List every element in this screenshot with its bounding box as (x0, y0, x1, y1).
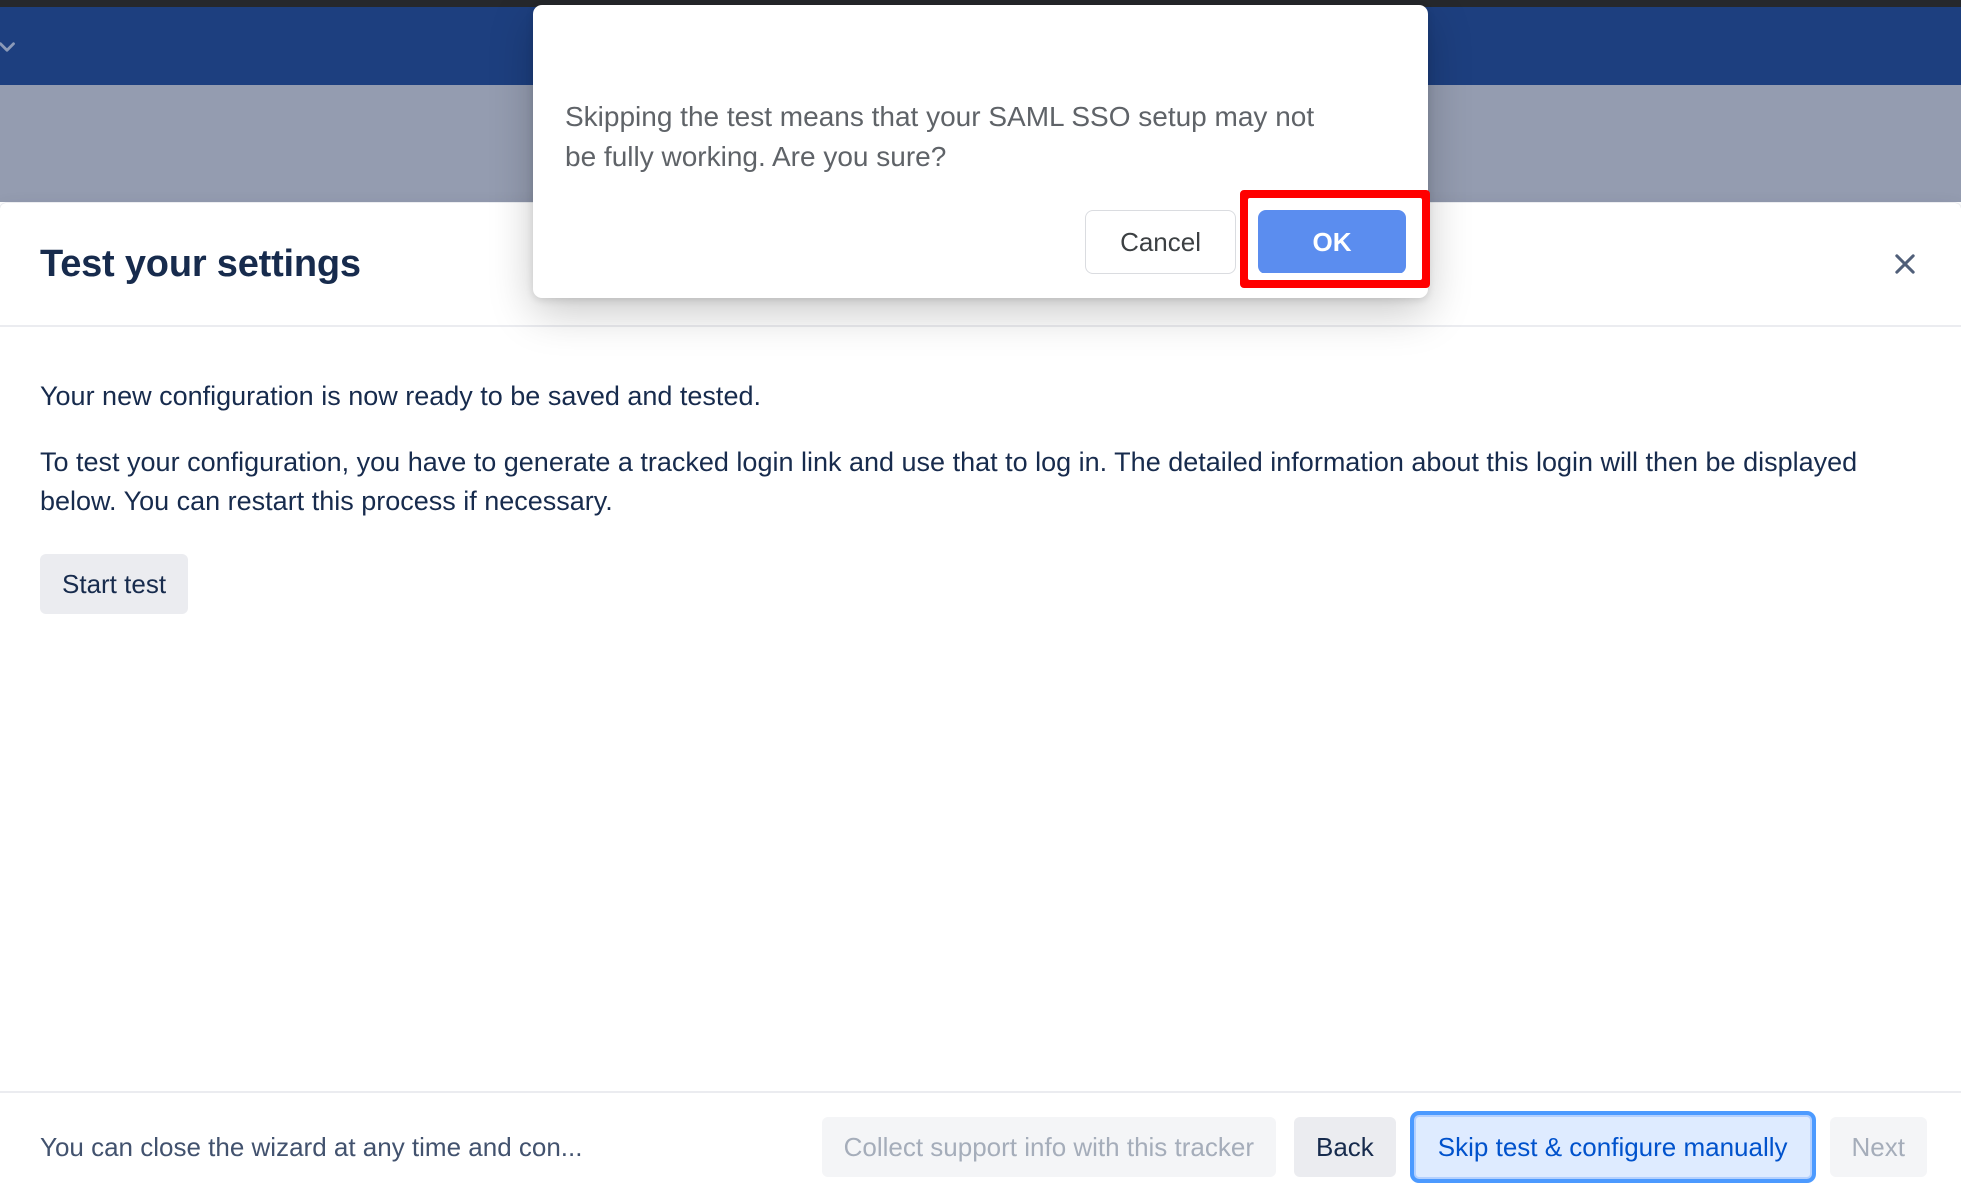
intro-paragraph: Your new configuration is now ready to b… (40, 381, 761, 411)
next-button[interactable]: Next (1829, 1117, 1927, 1177)
close-icon[interactable] (1885, 244, 1925, 284)
confirm-dialog-message: Skipping the test means that your SAML S… (565, 101, 1315, 172)
collect-support-info-button[interactable]: Collect support info with this tracker (821, 1117, 1276, 1177)
ok-button-wrapper: OK (1258, 210, 1406, 274)
chevron-down-icon[interactable] (0, 34, 20, 60)
wizard-body: Your new configuration is now ready to b… (0, 327, 1961, 1091)
page-title: Test your settings (40, 242, 361, 285)
skip-test-configure-manually-button[interactable]: Skip test & configure manually (1413, 1115, 1812, 1179)
wizard-footer: You can close the wizard at any time and… (0, 1091, 1961, 1201)
ok-button[interactable]: OK (1258, 210, 1406, 274)
confirm-dialog: Skipping the test means that your SAML S… (533, 5, 1428, 298)
footer-actions: Collect support info with this tracker B… (821, 1115, 1927, 1179)
instructions-paragraph: To test your configuration, you have to … (40, 447, 1858, 516)
back-button[interactable]: Back (1293, 1117, 1396, 1177)
start-test-button[interactable]: Start test (40, 553, 189, 614)
page-root: Test your settings Your new configuratio… (0, 0, 1961, 1201)
wizard-modal: Test your settings Your new configuratio… (0, 203, 1961, 1201)
footer-note: You can close the wizard at any time and… (40, 1131, 583, 1162)
confirm-dialog-actions: Cancel OK (1085, 210, 1406, 274)
cancel-button[interactable]: Cancel (1085, 210, 1236, 274)
